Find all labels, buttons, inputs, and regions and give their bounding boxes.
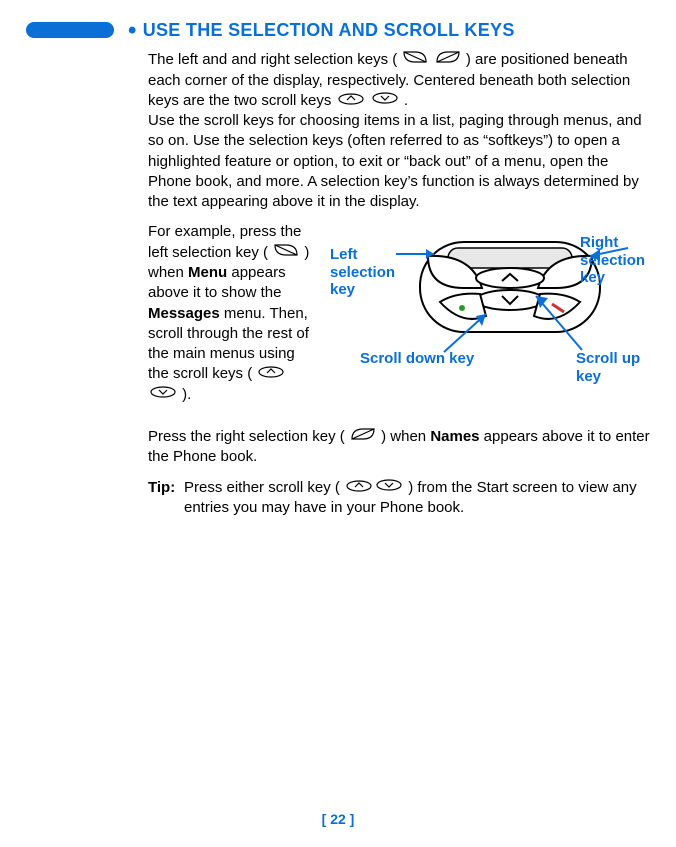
intro-paragraph: The left and and right selection keys ( … [148,50,650,212]
intro-text-4: Use the scroll keys for choosing items i… [148,112,642,210]
section-title: • USE THE SELECTION AND SCROLL KEYS [128,18,515,42]
messages-bold: Messages [148,305,220,322]
scroll-up-icon [257,364,285,384]
intro-text-3: . [404,92,408,109]
keys-diagram: Left selection key Right selection key S… [330,222,650,392]
scroll-up-icon [345,478,373,498]
scroll-down-icon [375,478,403,498]
section-title-text: USE THE SELECTION AND SCROLL KEYS [143,20,515,40]
tip-label: Tip: [148,478,184,519]
page-number: [ 22 ] [322,811,355,827]
right-softkey-icon [435,50,461,70]
page-footer: [ 22 ] [0,810,676,829]
press-right-a: Press the right selection key ( [148,428,345,445]
header-accent-bar [26,22,114,38]
section-header: • USE THE SELECTION AND SCROLL KEYS [26,18,650,42]
arrow-scrolldown-icon [438,308,498,358]
tip-text-a: Press either scroll key ( [184,479,340,496]
intro-text-1: The left and and right selection keys ( [148,51,397,68]
press-right-paragraph: Press the right selection key ( ) when N… [148,427,650,468]
left-softkey-icon [273,243,299,263]
press-right-b: ) when [381,428,430,445]
arrow-right-icon [580,236,632,266]
tip-body: Press either scroll key ( ) from the Sta… [184,478,650,519]
bullet-icon: • [128,17,137,44]
menu-bold: Menu [188,264,227,281]
tip-row: Tip: Press either scroll key ( ) from th… [148,478,650,519]
left-softkey-icon [402,50,428,70]
scroll-down-icon [371,91,399,111]
right-softkey-icon [350,427,376,447]
arrow-scrollup-icon [530,290,590,356]
scroll-down-icon [149,385,177,405]
scroll-up-icon [337,91,365,111]
example-paragraph: For example, press the left selection ke… [148,222,318,405]
callout-left-selection: Left selection key [330,246,400,298]
arrow-left-icon [392,240,442,270]
example-text-e: ). [182,386,191,403]
names-bold: Names [430,428,479,445]
